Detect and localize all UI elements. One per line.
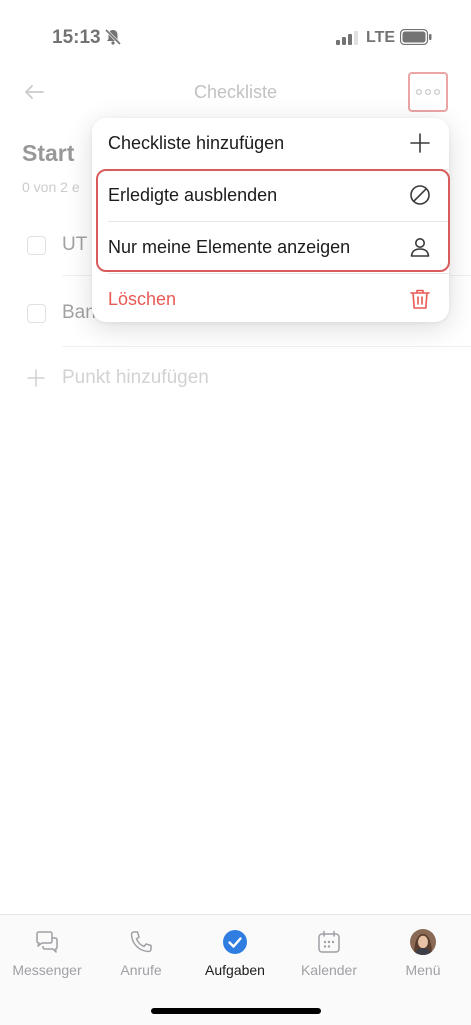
menu-item-label: Löschen: [108, 289, 177, 309]
tasks-check-icon: [223, 930, 247, 954]
calendar-icon: [318, 930, 340, 953]
tab-menue[interactable]: Menü: [376, 915, 470, 987]
tab-messenger[interactable]: Messenger: [0, 915, 94, 987]
menu-item-label: Checkliste hinzufügen: [108, 133, 285, 153]
menu-item-delete[interactable]: Löschen: [92, 274, 449, 325]
options-menu: Checkliste hinzufügen Erledigte ausblend…: [92, 118, 449, 322]
phone-icon: [130, 931, 152, 953]
tab-label: Messenger: [12, 962, 82, 978]
menu-item-hide-completed[interactable]: Erledigte ausblenden: [92, 170, 449, 221]
hide-completed-icon: [410, 185, 430, 205]
tab-label: Kalender: [300, 962, 358, 978]
tab-label: Menü: [405, 962, 441, 978]
plus-icon: [410, 133, 430, 153]
menu-item-only-my-items[interactable]: Nur meine Elemente anzeigen: [92, 222, 449, 273]
tab-anrufe[interactable]: Anrufe: [94, 915, 188, 987]
tab-aufgaben[interactable]: Aufgaben: [188, 915, 282, 987]
trash-icon: [410, 289, 430, 309]
avatar-icon: [410, 929, 436, 955]
menu-item-label: Nur meine Elemente anzeigen: [108, 237, 351, 257]
menu-item-add-checklist[interactable]: Checkliste hinzufügen: [92, 118, 449, 169]
tab-label: Anrufe: [120, 962, 162, 978]
home-indicator: [151, 1008, 321, 1014]
tab-kalender[interactable]: Kalender: [282, 915, 376, 987]
person-icon: [410, 238, 430, 257]
tab-label: Aufgaben: [205, 962, 265, 978]
chat-icon: [36, 931, 58, 953]
menu-item-label: Erledigte ausblenden: [108, 185, 278, 205]
